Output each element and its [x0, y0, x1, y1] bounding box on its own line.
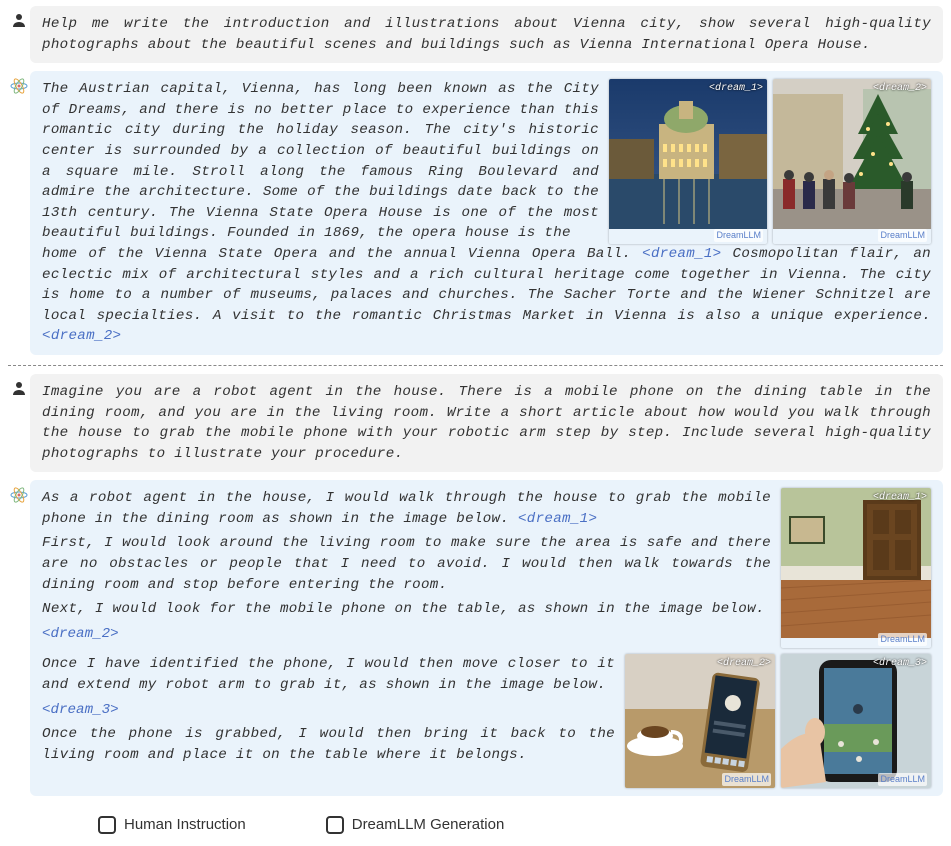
dream-ref: <dream_3> — [42, 702, 119, 718]
watermark: DreamLLM — [722, 773, 771, 786]
conv1-ai-text-bottom: home of the Vienna State Opera and the a… — [42, 244, 931, 347]
legend-label: Human Instruction — [124, 814, 246, 836]
user-icon — [8, 6, 30, 28]
dream-ref: <dream_1> — [642, 246, 721, 262]
dream-ref: <dream_2> — [42, 626, 119, 642]
conv2-ai-row: As a robot agent in the house, I would w… — [8, 480, 943, 796]
conv2-ai-bubble: As a robot agent in the house, I would w… — [30, 480, 943, 796]
conv2-user-bubble: Imagine you are a robot agent in the hou… — [30, 374, 943, 472]
conv1-ai-row: The Austrian capital, Vienna, has long b… — [8, 71, 943, 355]
conv1-ai-text-top: The Austrian capital, Vienna, has long b… — [42, 79, 599, 244]
legend: Human Instruction DreamLLM Generation — [8, 804, 943, 836]
conv2-image-3: <dream_3> DreamLLM — [781, 654, 931, 788]
conv2-ai-text-bottom: Once I have identified the phone, I woul… — [42, 654, 615, 788]
checkbox-icon — [326, 816, 344, 834]
dream-ref: <dream_2> — [42, 328, 121, 344]
image-tag: <dream_3> — [873, 657, 927, 672]
conv2-user-row: Imagine you are a robot agent in the hou… — [8, 374, 943, 472]
conv2-image-2: <dream_2> DreamLLM — [625, 654, 775, 788]
conv1-user-row: Help me write the introduction and illus… — [8, 6, 943, 63]
ai-icon — [8, 71, 30, 95]
image-tag: <dream_2> — [717, 657, 771, 672]
dream-ref: <dream_1> — [518, 511, 597, 527]
ai-icon — [8, 480, 30, 504]
conv1-image-1: <dream_1> DreamLLM — [609, 79, 767, 244]
conv2-image-1: <dream_1> DreamLLM — [781, 488, 931, 648]
conv2-images-bottom: <dream_2> DreamLLM — [625, 654, 931, 788]
legend-ai: DreamLLM Generation — [326, 814, 505, 836]
watermark: DreamLLM — [878, 773, 927, 786]
user-icon — [8, 374, 30, 396]
checkbox-icon — [98, 816, 116, 834]
conv1-images: <dream_1> DreamLLM — [609, 79, 931, 244]
legend-human: Human Instruction — [98, 814, 246, 836]
conv2-user-text: Imagine you are a robot agent in the hou… — [42, 384, 931, 462]
conv2-ai-text-top: As a robot agent in the house, I would w… — [42, 488, 771, 648]
divider — [8, 365, 943, 366]
watermark: DreamLLM — [878, 229, 927, 242]
conv1-ai-bubble: The Austrian capital, Vienna, has long b… — [30, 71, 943, 355]
image-tag: <dream_2> — [873, 82, 927, 97]
image-tag: <dream_1> — [873, 491, 927, 506]
watermark: DreamLLM — [714, 229, 763, 242]
conv1-image-2: <dream_2> DreamLLM — [773, 79, 931, 244]
conv1-user-bubble: Help me write the introduction and illus… — [30, 6, 943, 63]
conv1-user-text: Help me write the introduction and illus… — [42, 16, 931, 53]
watermark: DreamLLM — [878, 633, 927, 646]
image-tag: <dream_1> — [709, 82, 763, 97]
legend-label: DreamLLM Generation — [352, 814, 505, 836]
